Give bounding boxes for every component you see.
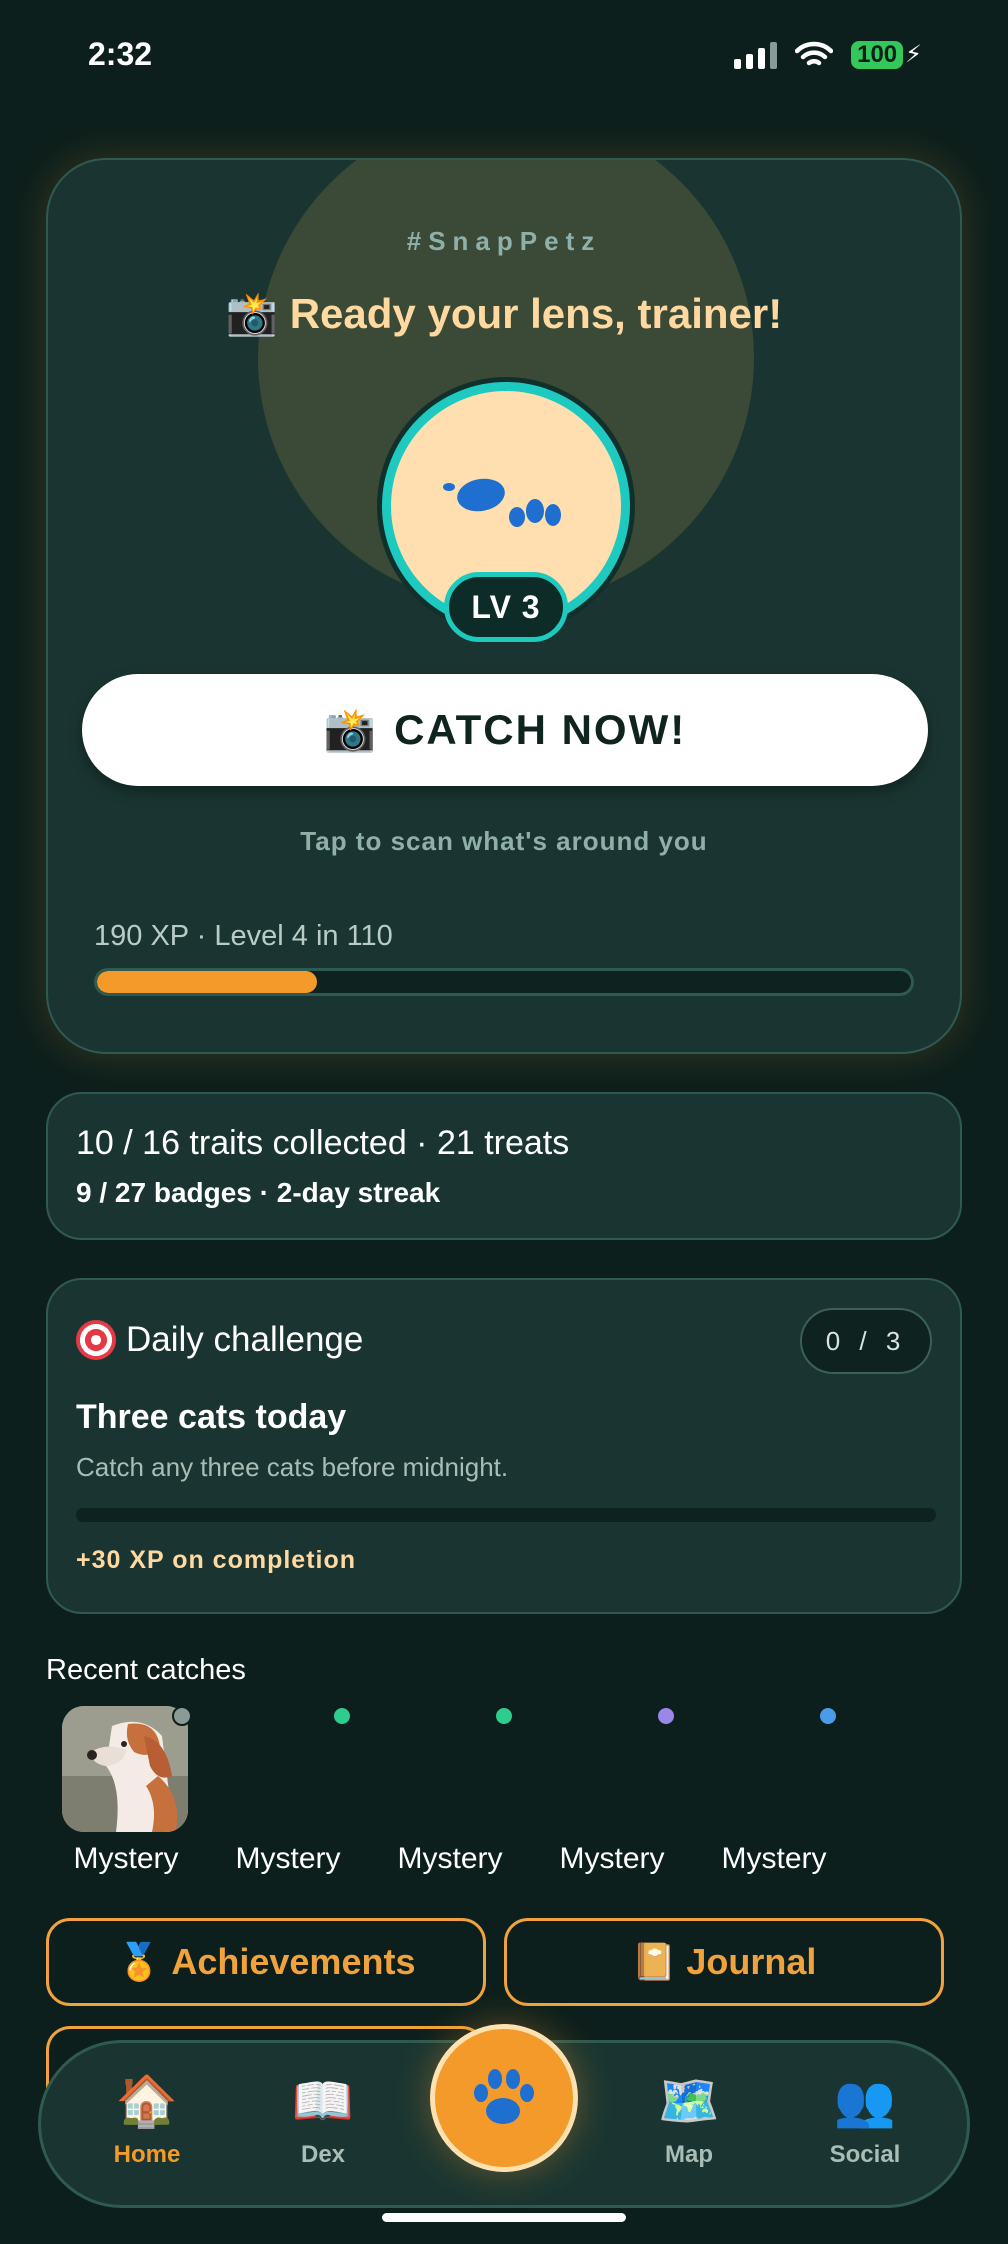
tab-home[interactable]: 🏠 Home [77,2073,217,2169]
badges-streak-summary: 9 / 27 badges · 2-day streak [76,1177,441,1208]
people-icon: 👥 [833,2073,897,2129]
catch-status-dot [818,1706,838,1726]
recent-catch-label: Mystery [721,1842,827,1875]
wifi-icon [795,41,834,65]
cellular-signal-icon [734,41,778,69]
catch-photo [62,1706,188,1832]
recent-catch-label: Mystery [559,1842,665,1875]
hero-title: 📸 Ready your lens, trainer! [225,290,783,337]
xp-label: 190 XP · Level 4 in 110 [94,920,393,952]
camera-flash-icon: 📸 [323,705,379,753]
challenge-progress-count: 0 / 3 [800,1308,932,1374]
daily-challenge-card[interactable]: Daily challenge 0 / 3 Three cats today C… [46,1278,962,1614]
challenge-title: Three cats today [76,1398,347,1436]
recent-catch-label: Mystery [73,1842,179,1875]
traits-treats-summary: 10 / 16 traits collected · 21 treats [76,1124,570,1162]
tab-dex[interactable]: 📖 Dex [253,2073,393,2169]
tab-dex-label: Dex [300,2141,346,2168]
status-icons: 100 ⚡ [734,40,922,69]
status-time: 2:32 [88,36,153,72]
map-icon: 🗺️ [657,2073,721,2129]
catch-status-dot [332,1706,352,1726]
hero-card: #SnapPetz 📸 Ready your lens, trainer! LV… [46,158,962,1054]
xp-progress-fill [97,971,317,993]
medal-icon: 🏅 [116,1941,162,1982]
catch-status-dot [494,1706,514,1726]
achievements-button[interactable]: 🏅 Achievements [46,1918,486,2006]
dog-photo-icon [62,1706,188,1832]
tab-home-label: Home [113,2141,181,2168]
challenge-reward: +30 XP on completion [76,1546,357,1574]
tab-map[interactable]: 🗺️ Map [619,2073,759,2169]
collection-stats-card[interactable]: 10 / 16 traits collected · 21 treats 9 /… [46,1092,962,1240]
status-bar: 2:32 100 ⚡ [0,0,1008,110]
recent-catch-item[interactable] [46,1702,206,1862]
battery-indicator: 100 ⚡ [851,40,922,69]
challenge-header: Daily challenge [76,1320,363,1360]
recent-catch-label: Mystery [235,1842,341,1875]
xp-progress-bar [94,968,914,996]
catch-status-dot [656,1706,676,1726]
catch-now-label: CATCH NOW! [394,706,687,753]
recent-catch-item[interactable] [532,1702,692,1862]
recent-catch-item[interactable] [694,1702,854,1862]
catch-hint: Tap to scan what's around you [300,826,708,856]
notebook-icon: 📔 [631,1941,677,1982]
level-badge: LV 3 [444,572,568,642]
catch-status-dot [172,1706,192,1726]
target-icon [76,1320,116,1360]
app-hashtag: #SnapPetz [406,226,602,256]
challenge-description: Catch any three cats before midnight. [76,1452,509,1482]
tab-social-label: Social [829,2141,901,2168]
tab-social[interactable]: 👥 Social [795,2073,935,2169]
catch-now-button[interactable]: 📸 CATCH NOW! [82,674,928,786]
challenge-progress-bar [76,1508,936,1522]
journal-button[interactable]: 📔 Journal [504,1918,944,2006]
home-icon: 🏠 [115,2073,179,2129]
recent-catch-item[interactable] [370,1702,530,1862]
recent-catch-item[interactable] [208,1702,368,1862]
book-icon: 📖 [291,2073,355,2129]
recent-catches-heading: Recent catches [46,1654,246,1686]
achievements-label: Achievements [171,1941,416,1982]
tab-map-label: Map [665,2141,713,2168]
battery-level: 100 [851,40,904,69]
challenge-heading: Daily challenge [126,1320,364,1359]
charging-bolt-icon: ⚡ [905,41,922,68]
recent-catch-label: Mystery [397,1842,503,1875]
home-indicator [382,2213,626,2222]
paw-icon [474,2069,534,2124]
journal-label: Journal [686,1941,817,1982]
snap-paw-button[interactable] [430,2024,578,2172]
